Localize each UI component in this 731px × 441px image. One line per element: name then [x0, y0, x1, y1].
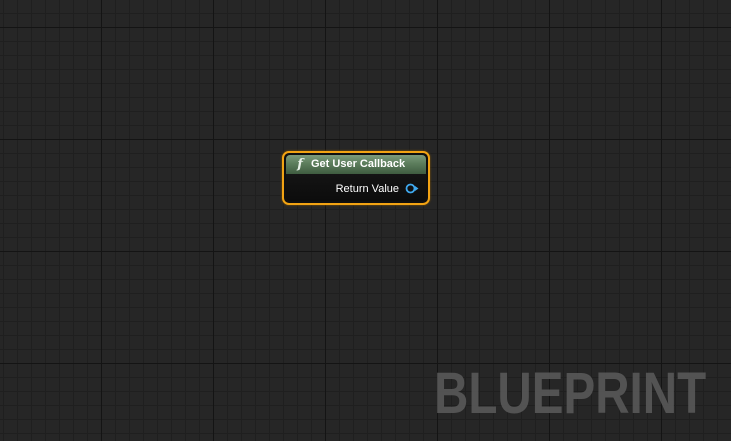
node-title: Get User Callback: [311, 158, 406, 170]
get-user-callback-node[interactable]: f Get User Callback Return Value: [282, 151, 430, 205]
node-body: Return Value: [286, 174, 426, 201]
blueprint-watermark: BLUEPRINT: [434, 361, 707, 426]
delegate-pin-icon[interactable]: [405, 183, 419, 194]
blueprint-graph-canvas[interactable]: f Get User Callback Return Value BLUEPRI…: [0, 0, 731, 441]
function-icon: f: [297, 157, 303, 172]
node-header[interactable]: f Get User Callback: [286, 155, 426, 174]
return-value-label: Return Value: [335, 183, 399, 195]
